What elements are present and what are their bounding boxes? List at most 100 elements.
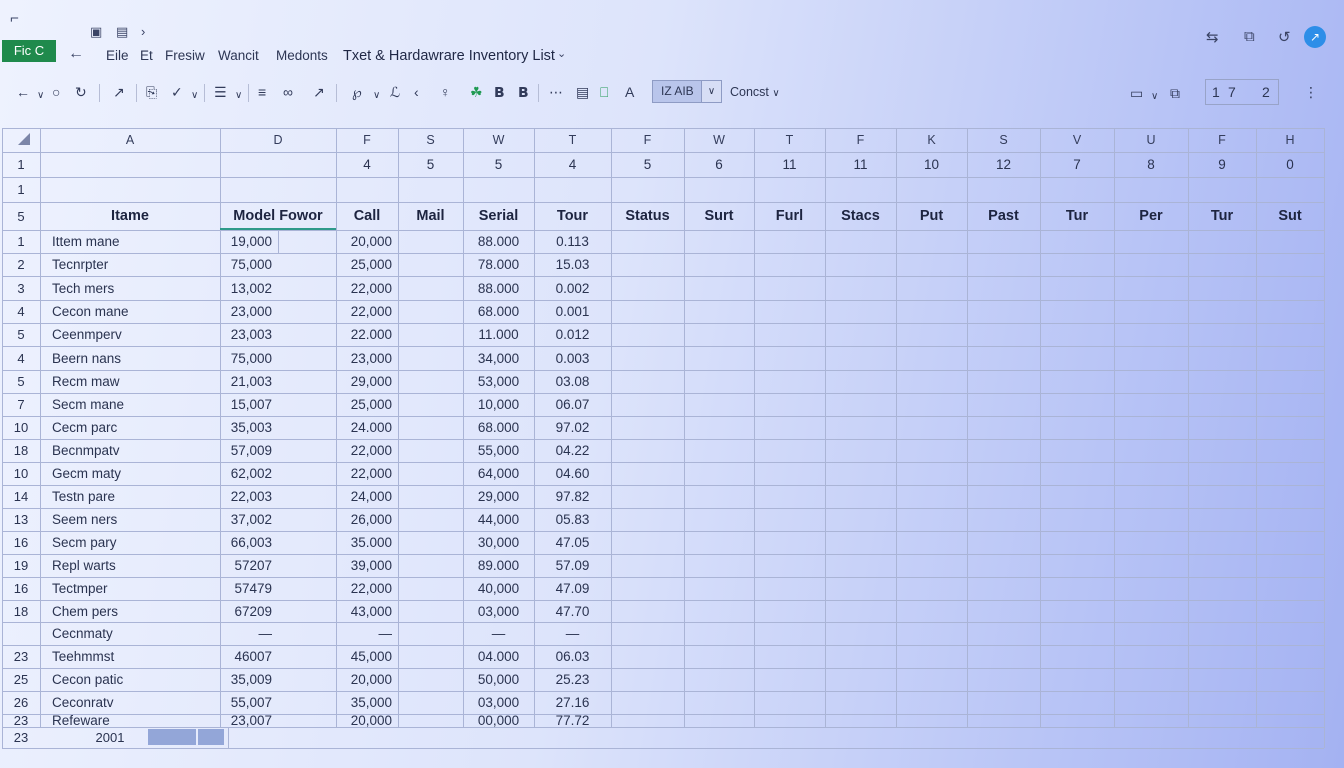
column-header[interactable]: H bbox=[1256, 129, 1324, 151]
menu-item-review[interactable]: Fresiw bbox=[165, 48, 205, 63]
column-header[interactable]: T bbox=[534, 129, 611, 151]
cell-serial[interactable]: 50,000 bbox=[463, 669, 534, 691]
cell-call[interactable]: 35.000 bbox=[336, 532, 398, 554]
row-header[interactable]: 5 bbox=[2, 203, 40, 230]
chevron-down-icon[interactable]: ∨ bbox=[701, 81, 721, 102]
cell-tour[interactable]: 47.70 bbox=[534, 601, 611, 622]
cell-value[interactable]: 10 bbox=[896, 154, 967, 176]
page-navigator[interactable]: 1 7 2 bbox=[1205, 79, 1279, 105]
cell-tour[interactable]: 77.72 bbox=[534, 715, 611, 727]
table-header-cell[interactable]: Past bbox=[967, 203, 1040, 229]
cell-call[interactable]: 22,000 bbox=[336, 463, 398, 485]
row-header[interactable]: 18 bbox=[2, 601, 40, 622]
column-header[interactable]: W bbox=[463, 129, 534, 151]
cell-value[interactable]: 6 bbox=[684, 154, 754, 176]
cell-tour[interactable]: 97.82 bbox=[534, 486, 611, 508]
row-header[interactable]: 18 bbox=[2, 440, 40, 462]
cell-serial[interactable]: 03,000 bbox=[463, 692, 534, 714]
cell-name[interactable]: Cecnmaty bbox=[40, 623, 220, 645]
row-header[interactable]: 13 bbox=[2, 509, 40, 531]
column-header[interactable]: D bbox=[220, 129, 336, 151]
cell-call[interactable]: 43,000 bbox=[336, 601, 398, 622]
swap-icon[interactable]: ⇆ bbox=[1206, 28, 1219, 46]
column-header[interactable]: V bbox=[1040, 129, 1114, 151]
cell-tour[interactable]: 03.08 bbox=[534, 371, 611, 393]
font-a-icon[interactable]: A bbox=[625, 83, 634, 101]
selected-cell-fill[interactable] bbox=[148, 729, 196, 745]
cell-model[interactable]: 22,003 bbox=[220, 486, 278, 508]
cell-call[interactable]: 24.000 bbox=[336, 417, 398, 439]
align-icon[interactable]: ≡ bbox=[258, 83, 266, 101]
menu-item-file[interactable]: Eile bbox=[106, 48, 129, 63]
column-header[interactable]: F bbox=[336, 129, 398, 151]
cell-serial[interactable]: 04.000 bbox=[463, 646, 534, 668]
table-header-cell[interactable]: Stacs bbox=[825, 203, 896, 229]
cell-serial[interactable]: 89.000 bbox=[463, 555, 534, 577]
text-color-icon[interactable]: 𝗕 bbox=[494, 83, 505, 101]
cell-serial[interactable]: 68.000 bbox=[463, 417, 534, 439]
cell-tour[interactable]: — bbox=[534, 623, 611, 645]
cell-model[interactable]: 57,009 bbox=[220, 440, 278, 462]
cell-serial[interactable]: 34,000 bbox=[463, 347, 534, 370]
cell-model[interactable]: 37,002 bbox=[220, 509, 278, 531]
table-header-cell[interactable]: Model Fowor bbox=[220, 203, 336, 229]
chevron-left-icon[interactable]: ‹ bbox=[414, 83, 419, 101]
footer-value[interactable]: 2001 bbox=[70, 728, 150, 748]
cell-model[interactable]: — bbox=[220, 623, 278, 645]
sync-icon[interactable]: ↗ bbox=[1304, 26, 1326, 48]
cell-name[interactable]: Tectmper bbox=[40, 578, 220, 600]
cell-name[interactable]: Cecm parc bbox=[40, 417, 220, 439]
lock-icon[interactable]: ⎕ bbox=[600, 83, 608, 101]
print-icon[interactable]: ▤ bbox=[116, 24, 128, 40]
cell-name[interactable]: Ceenmperv bbox=[40, 324, 220, 346]
cell-serial[interactable]: 30,000 bbox=[463, 532, 534, 554]
table-header-cell[interactable]: Status bbox=[611, 203, 684, 229]
cell-tour[interactable]: 0.012 bbox=[534, 324, 611, 346]
chevron-down-icon[interactable]: ∨ bbox=[37, 87, 44, 105]
cell-serial[interactable]: 11.000 bbox=[463, 324, 534, 346]
cell-call[interactable]: — bbox=[336, 623, 398, 645]
cell-tour[interactable]: 04.22 bbox=[534, 440, 611, 462]
cell-name[interactable]: Testn pare bbox=[40, 486, 220, 508]
cell-call[interactable]: 24,000 bbox=[336, 486, 398, 508]
cell-tour[interactable]: 0.113 bbox=[534, 231, 611, 253]
row-header[interactable]: 16 bbox=[2, 578, 40, 600]
menu-item-modules[interactable]: Medonts bbox=[276, 48, 328, 63]
row-header[interactable]: 19 bbox=[2, 555, 40, 577]
cell-serial[interactable]: 00,000 bbox=[463, 715, 534, 727]
table-header-cell[interactable]: Furl bbox=[754, 203, 825, 229]
list-icon[interactable]: ☰ bbox=[214, 83, 227, 101]
cell-call[interactable]: 20,000 bbox=[336, 231, 398, 253]
cell-name[interactable]: Becnmpatv bbox=[40, 440, 220, 462]
table-header-cell[interactable]: Tour bbox=[534, 203, 611, 229]
row-header[interactable]: 7 bbox=[2, 394, 40, 416]
file-button[interactable]: Fic C bbox=[2, 40, 56, 62]
cell-tour[interactable]: 47.05 bbox=[534, 532, 611, 554]
cell-value[interactable]: 7 bbox=[1040, 154, 1114, 176]
row-header[interactable]: 4 bbox=[2, 347, 40, 370]
cell-value[interactable]: 5 bbox=[398, 154, 463, 176]
column-header[interactable]: T bbox=[754, 129, 825, 151]
column-header[interactable]: S bbox=[967, 129, 1040, 151]
row-header[interactable]: 10 bbox=[2, 463, 40, 485]
cell-model[interactable]: 46007 bbox=[220, 646, 278, 668]
row-header[interactable]: 3 bbox=[2, 277, 40, 300]
cell-tour[interactable]: 15.03 bbox=[534, 254, 611, 276]
fill-color-icon[interactable]: ☘ bbox=[470, 83, 483, 101]
cell-value[interactable]: 5 bbox=[463, 154, 534, 176]
column-header[interactable]: K bbox=[896, 129, 967, 151]
footer-row-header[interactable]: 23 bbox=[2, 728, 40, 748]
cell-tour[interactable]: 25.23 bbox=[534, 669, 611, 691]
cell-model[interactable]: 67209 bbox=[220, 601, 278, 622]
cell-call[interactable]: 39,000 bbox=[336, 555, 398, 577]
row-header[interactable]: 10 bbox=[2, 417, 40, 439]
menu-item-edit[interactable]: Et bbox=[140, 48, 153, 63]
cell-tour[interactable]: 57.09 bbox=[534, 555, 611, 577]
cell-serial[interactable]: — bbox=[463, 623, 534, 645]
cell-model[interactable]: 57207 bbox=[220, 555, 278, 577]
cell-serial[interactable]: 88.000 bbox=[463, 231, 534, 253]
chevron-down-icon[interactable]: ∨ bbox=[373, 87, 380, 105]
select-all-corner[interactable] bbox=[18, 133, 30, 145]
cell-value[interactable]: 9 bbox=[1188, 154, 1256, 176]
table-header-cell[interactable]: Per bbox=[1114, 203, 1188, 229]
